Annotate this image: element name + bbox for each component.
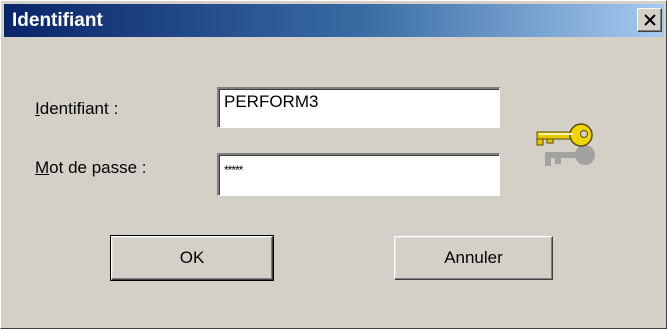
password-label: Mot de passe : (35, 158, 147, 178)
close-button[interactable] (637, 8, 662, 32)
title-bar[interactable]: Identifiant (4, 4, 664, 37)
ok-button[interactable]: OK (110, 235, 274, 281)
login-dialog: Identifiant Identifiant : PERFORM3 Mot d… (0, 0, 667, 329)
cancel-button[interactable]: Annuler (394, 236, 553, 280)
close-icon (644, 14, 656, 26)
key-icon (536, 123, 595, 166)
password-field-value: ***** (224, 163, 243, 177)
password-field[interactable]: ***** (217, 153, 500, 196)
password-label-text: ot de passe : (49, 158, 147, 177)
window-title: Identifiant (12, 10, 103, 31)
login-label: Identifiant : (35, 99, 118, 119)
password-label-accesskey: M (35, 158, 50, 177)
login-label-text: dentifiant : (39, 99, 119, 118)
ok-button-label: OK (179, 248, 205, 267)
cancel-button-label: Annuler (444, 248, 503, 267)
login-field-value: PERFORM3 (224, 92, 319, 111)
login-field[interactable]: PERFORM3 (217, 87, 500, 128)
